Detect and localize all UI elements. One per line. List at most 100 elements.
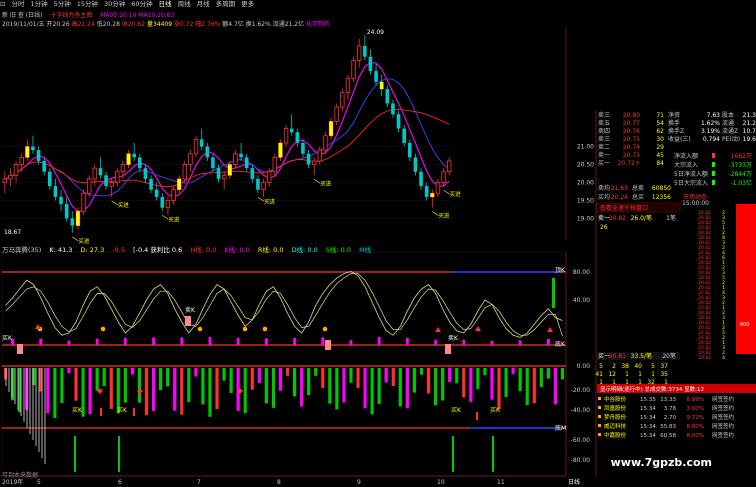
candle-body — [363, 45, 367, 57]
period-tab-4[interactable]: 30分钟 — [104, 0, 125, 9]
candle-body — [233, 153, 238, 165]
osc-sell-tick — [133, 408, 135, 416]
ob-sell-label: 卖五 — [598, 120, 610, 127]
candle-body — [446, 160, 452, 173]
ma-line-label: 十字线为多主图 — [50, 12, 93, 19]
period-tab-10[interactable]: 更多 — [241, 0, 254, 9]
candle-body — [221, 174, 227, 180]
period-tab-2[interactable]: 5分钟 — [54, 0, 71, 9]
candle-body — [154, 189, 159, 197]
osc-axis-label: -80.00 — [571, 457, 591, 464]
ob-news-time: 15:34 — [640, 433, 656, 439]
price-axis-label: 20.00 — [577, 180, 594, 187]
ob-sell-price: 20.73 — [623, 152, 640, 159]
ob-sell-sum-price: 21.63 — [611, 185, 628, 192]
ob-buy1-cell: 12 — [608, 371, 616, 378]
candle-body — [81, 192, 86, 212]
x-axis-label: 6 — [118, 479, 122, 486]
candle-body — [244, 157, 249, 169]
ob-stat-label: 换手Z — [668, 127, 684, 135]
indicator-header: 万马奔腾(35) K: 41.3 D: 27.3 -9.5 [-0.4 获利比 … — [2, 244, 377, 254]
ob-news-dot — [598, 424, 601, 427]
candle-body — [149, 178, 153, 190]
osc-label-buy2: 买K — [117, 406, 128, 414]
candle-body — [351, 59, 356, 79]
osc-sell-tick — [476, 412, 478, 420]
ob-news-dot — [598, 406, 601, 409]
ob-sell-label: 卖四 — [598, 128, 610, 135]
signal-candle — [430, 193, 435, 197]
ob-sell-price: 20.80 — [623, 112, 640, 119]
ob-news-dot — [598, 433, 601, 436]
osc-label-mark1: 买K — [2, 334, 13, 342]
osc-sell-tick — [100, 408, 102, 416]
osc-signal-box — [185, 316, 191, 326]
ob-sell-label: 卖三 — [598, 112, 610, 119]
period-tab-1[interactable]: 1分钟 — [30, 0, 47, 9]
ob-buy1-vol: 33.5/笔 — [631, 352, 652, 360]
ob-sell-vol: 54 — [656, 120, 664, 127]
osc-green-long — [492, 436, 494, 472]
x-axis-label: 日线 — [568, 478, 580, 486]
candle-body — [31, 146, 35, 151]
ob-buy1-cell: 2 — [612, 363, 616, 370]
candle-body — [53, 186, 58, 197]
pct-label: 幅2.76% — [195, 21, 221, 28]
ob-sell-vol: 45 — [656, 152, 664, 159]
ob-news-num: 55.83 — [660, 424, 676, 430]
ob-news-status: 网签签约 — [712, 404, 735, 412]
period-tab-5[interactable]: 60分钟 — [131, 0, 152, 9]
candle-body — [64, 204, 69, 219]
ob-buy-sum-tag: 总买 — [632, 193, 644, 201]
osc-green-long — [74, 436, 76, 472]
ob-stat-label2: 股本 — [722, 111, 734, 119]
osc-coin-marker — [100, 326, 106, 332]
ob-flow-bar — [712, 162, 715, 167]
ob-sell-price: 20.72+ — [618, 160, 640, 167]
period-tab-8[interactable]: 月线 — [197, 0, 210, 9]
indicator-v5: R线: 0.0 — [257, 246, 284, 254]
ob-l2-count: 1笔 — [666, 214, 676, 222]
period-tab-6[interactable]: 日线 — [159, 0, 172, 9]
turnover-label: 换1.62% — [245, 21, 271, 28]
ob-stat-val2: 21.2 — [743, 120, 756, 127]
candle-body — [340, 92, 345, 108]
order-book-panel: 卖三 20.80 71卖五 20.77 54卖四 20.76 62卖三 20.75 30卖二 20… — [595, 110, 756, 477]
osc-green-long — [118, 436, 120, 472]
osc-signal-box — [325, 340, 331, 350]
candle-body — [266, 171, 272, 183]
bottom-note: 可到本来数据 — [2, 472, 39, 479]
candle-body — [92, 167, 98, 180]
ob-stat-val: 7.63 — [707, 112, 721, 119]
ob-sell-vol: 71 — [656, 112, 664, 119]
ob-news-dot — [598, 415, 601, 418]
ob-news-dot — [598, 397, 601, 400]
ob-flow-bar — [712, 180, 715, 185]
app-icon: ⊡ — [0, 0, 6, 8]
signal-candle — [329, 121, 333, 136]
period-tab-7[interactable]: 周线 — [178, 0, 191, 9]
ob-stat-label: 净资 — [668, 111, 680, 119]
ob-buy-sum-price: 20.24 — [611, 194, 628, 201]
period-tab-3[interactable]: 15分钟 — [77, 0, 98, 9]
ob-news-time: 15:34 — [640, 406, 656, 412]
ob-news-time: 15:34 — [640, 424, 656, 430]
candle-body — [143, 168, 148, 179]
amount-label: 额4.7亿 — [222, 21, 244, 28]
indicator-v1: -9.5 — [112, 246, 125, 254]
ob-stat-val2: 10.7 — [743, 128, 756, 135]
candle-body — [356, 45, 362, 61]
candle-body — [109, 182, 114, 187]
candle-body — [435, 182, 441, 194]
period-tab-9[interactable]: 多周期 — [216, 0, 236, 9]
candle-body — [160, 196, 165, 208]
period-tab-0[interactable]: 分时 — [11, 0, 24, 9]
ma-values: MA05:20.10 MA10:20.63 — [100, 12, 175, 19]
x-axis-label: 11 — [497, 479, 505, 486]
buy-label: 买进 — [450, 190, 462, 198]
x-axis-label: 9 — [357, 479, 361, 486]
period-toolbar: ⊡ 分时 1分钟 5分钟 15分钟 30分钟 60分钟 日线 周线 月线 多周期 更多 — [0, 0, 756, 9]
low-label: 低20.28 — [96, 21, 120, 28]
candle-body — [165, 200, 171, 209]
ob-tick-vol: 4 — [722, 355, 725, 361]
